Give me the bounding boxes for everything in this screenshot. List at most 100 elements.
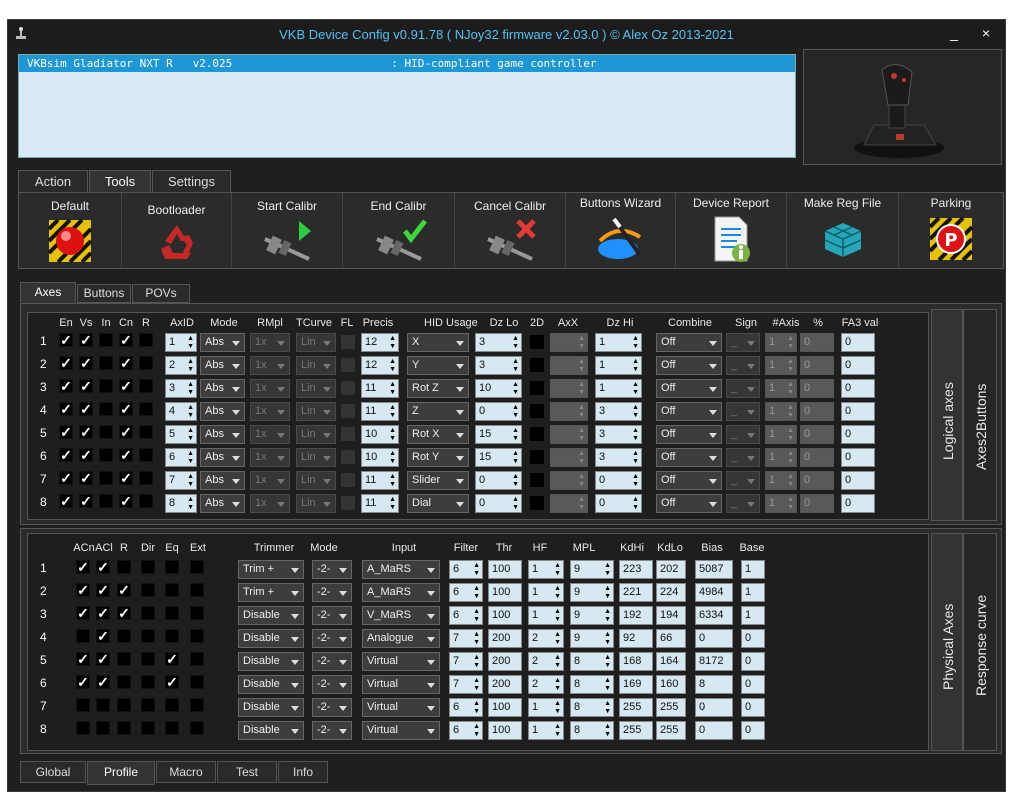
combine-dropdown[interactable]: Off — [656, 402, 722, 421]
input-dropdown[interactable]: Virtual — [362, 652, 440, 671]
spin-arrows-icon[interactable]: ▲ ▼ — [578, 496, 585, 512]
thr-value[interactable]: 200 — [488, 629, 522, 648]
kdhi-value[interactable]: 92 — [619, 629, 653, 648]
mode-dropdown[interactable]: -2- — [312, 721, 352, 740]
default-button[interactable]: Default — [19, 193, 122, 268]
hid-usage-dropdown[interactable]: Rot Y — [407, 448, 469, 467]
dzhi-spinner[interactable]: 0 ▲ ▼ — [595, 494, 642, 513]
spin-arrows-icon[interactable]: ▲ ▼ — [787, 335, 794, 351]
r-checkbox[interactable] — [117, 652, 131, 666]
spin-arrows-icon[interactable]: ▲ ▼ — [787, 358, 794, 374]
axid-spinner[interactable]: 8 ▲ ▼ — [165, 494, 197, 513]
in-checkbox[interactable] — [99, 494, 113, 508]
tab-povs[interactable]: POVs — [132, 284, 190, 303]
dir-checkbox[interactable] — [141, 629, 155, 643]
eq-checkbox[interactable] — [165, 583, 179, 597]
acl-checkbox[interactable] — [96, 698, 110, 712]
thr-value[interactable]: 100 — [488, 560, 522, 579]
ext-checkbox[interactable] — [190, 698, 204, 712]
ext-checkbox[interactable] — [190, 721, 204, 735]
r-checkbox[interactable] — [117, 721, 131, 735]
en-checkbox[interactable]: ✓ — [59, 356, 73, 370]
spin-arrows-icon[interactable]: ▲ ▼ — [473, 700, 480, 716]
spin-arrows-icon[interactable]: ▲ ▼ — [512, 473, 519, 489]
in-checkbox[interactable] — [99, 379, 113, 393]
tab-macro[interactable]: Macro — [156, 761, 216, 783]
spin-arrows-icon[interactable]: ▲ ▼ — [473, 608, 480, 624]
dzlo-spinner[interactable]: 15 ▲ ▼ — [475, 448, 522, 467]
spin-arrows-icon[interactable]: ▲ ▼ — [632, 404, 639, 420]
spin-arrows-icon[interactable]: ▲ ▼ — [187, 358, 194, 374]
filter-spinner[interactable]: 6 ▲ ▼ — [449, 583, 483, 602]
precis-spinner[interactable]: 11 ▲ ▼ — [361, 471, 399, 490]
acl-checkbox[interactable]: ✓ — [96, 675, 110, 689]
thr-value[interactable]: 100 — [488, 721, 522, 740]
bias-value[interactable]: 6334 — [695, 606, 733, 625]
spin-arrows-icon[interactable]: ▲ ▼ — [554, 723, 561, 739]
mode-dropdown[interactable]: -2- — [312, 652, 352, 671]
axid-spinner[interactable]: 6 ▲ ▼ — [165, 448, 197, 467]
dzhi-spinner[interactable]: 1 ▲ ▼ — [595, 379, 642, 398]
base-value[interactable]: 0 — [741, 698, 765, 717]
bias-value[interactable]: 0 — [695, 629, 733, 648]
spin-arrows-icon[interactable]: ▲ ▼ — [389, 358, 396, 374]
vs-checkbox[interactable]: ✓ — [79, 379, 93, 393]
mode-dropdown[interactable]: -2- — [312, 560, 352, 579]
dzlo-spinner[interactable]: 0 ▲ ▼ — [475, 471, 522, 490]
tab-action[interactable]: Action — [18, 170, 88, 193]
vs-checkbox[interactable]: ✓ — [79, 448, 93, 462]
spin-arrows-icon[interactable]: ▲ ▼ — [389, 496, 396, 512]
spin-arrows-icon[interactable]: ▲ ▼ — [473, 631, 480, 647]
trimmer-dropdown[interactable]: Disable — [238, 606, 304, 625]
spin-arrows-icon[interactable]: ▲ ▼ — [787, 427, 794, 443]
filter-spinner[interactable]: 7 ▲ ▼ — [449, 652, 483, 671]
in-checkbox[interactable] — [99, 333, 113, 347]
spin-arrows-icon[interactable]: ▲ ▼ — [389, 404, 396, 420]
spin-arrows-icon[interactable]: ▲ ▼ — [512, 496, 519, 512]
thr-value[interactable]: 100 — [488, 606, 522, 625]
input-dropdown[interactable]: V_MaRS — [362, 606, 440, 625]
combine-dropdown[interactable]: Off — [656, 356, 722, 375]
cn-checkbox[interactable]: ✓ — [119, 356, 133, 370]
spin-arrows-icon[interactable]: ▲ ▼ — [578, 450, 585, 466]
filter-spinner[interactable]: 7 ▲ ▼ — [449, 675, 483, 694]
r-checkbox[interactable] — [117, 698, 131, 712]
spin-arrows-icon[interactable]: ▲ ▼ — [554, 654, 561, 670]
kdhi-value[interactable]: 169 — [619, 675, 653, 694]
tab-profile[interactable]: Profile — [87, 761, 155, 785]
base-value[interactable]: 0 — [741, 652, 765, 671]
tab-tools[interactable]: Tools — [89, 170, 151, 193]
mpl-spinner[interactable]: 9 ▲ ▼ — [570, 629, 614, 648]
r-checkbox[interactable]: ✓ — [117, 606, 131, 620]
input-dropdown[interactable]: Virtual — [362, 721, 440, 740]
axid-spinner[interactable]: 3 ▲ ▼ — [165, 379, 197, 398]
base-value[interactable]: 1 — [741, 560, 765, 579]
spin-arrows-icon[interactable]: ▲ ▼ — [512, 404, 519, 420]
vs-checkbox[interactable]: ✓ — [79, 494, 93, 508]
dzhi-spinner[interactable]: 1 ▲ ▼ — [595, 333, 642, 352]
hid-usage-dropdown[interactable]: Y — [407, 356, 469, 375]
spin-arrows-icon[interactable]: ▲ ▼ — [512, 335, 519, 351]
dzhi-spinner[interactable]: 1 ▲ ▼ — [595, 356, 642, 375]
kdhi-value[interactable]: 192 — [619, 606, 653, 625]
parking-button[interactable]: Parking P — [899, 193, 1003, 268]
dzlo-spinner[interactable]: 0 ▲ ▼ — [475, 494, 522, 513]
mode-dropdown[interactable]: Abs — [200, 494, 245, 513]
cn-checkbox[interactable]: ✓ — [119, 448, 133, 462]
trimmer-dropdown[interactable]: Trim + — [238, 583, 304, 602]
bias-value[interactable]: 4984 — [695, 583, 733, 602]
2d-checkbox[interactable] — [530, 381, 544, 395]
ext-checkbox[interactable] — [190, 583, 204, 597]
spin-arrows-icon[interactable]: ▲ ▼ — [187, 473, 194, 489]
input-dropdown[interactable]: A_MaRS — [362, 583, 440, 602]
precis-spinner[interactable]: 12 ▲ ▼ — [361, 356, 399, 375]
kdlo-value[interactable]: 255 — [656, 698, 686, 717]
combine-dropdown[interactable]: Off — [656, 425, 722, 444]
trimmer-dropdown[interactable]: Disable — [238, 652, 304, 671]
spin-arrows-icon[interactable]: ▲ ▼ — [187, 496, 194, 512]
acn-checkbox[interactable]: ✓ — [76, 560, 90, 574]
r-checkbox[interactable]: ✓ — [117, 583, 131, 597]
acn-checkbox[interactable]: ✓ — [76, 606, 90, 620]
mode-dropdown[interactable]: Abs — [200, 448, 245, 467]
cn-checkbox[interactable]: ✓ — [119, 379, 133, 393]
